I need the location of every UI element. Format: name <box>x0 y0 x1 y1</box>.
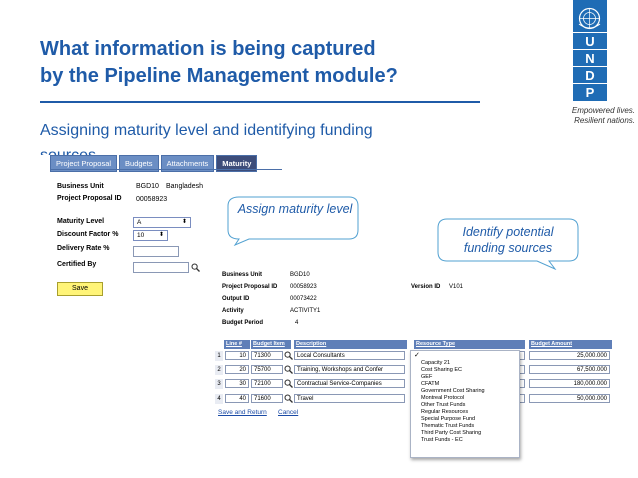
budget-amount-field[interactable]: 67,500.000 <box>529 365 610 374</box>
tagline-line-2: Resilient nations. <box>574 116 635 125</box>
checkmark-icon: ✓ <box>414 352 420 359</box>
menu-item-thematic-trust-funds[interactable]: Thematic Trust Funds <box>421 423 474 430</box>
menu-item-gef[interactable]: GEF <box>421 374 432 381</box>
subtitle-line-1: Assigning maturity level and identifying… <box>40 122 373 139</box>
description-field[interactable]: Training, Workshops and Confer <box>294 365 405 374</box>
menu-item-government-cost-sharing[interactable]: Government Cost Sharing <box>421 388 485 395</box>
title-line-1: What information is being captured <box>40 38 376 60</box>
resource-type-dropdown-menu[interactable]: ✓ Capacity 21 Cost Sharing EC GEF CFATM … <box>410 350 520 458</box>
cancel-link[interactable]: Cancel <box>278 409 298 416</box>
bh-activity-label: Activity <box>222 308 244 314</box>
certified-by-label: Certified By <box>57 261 97 268</box>
maturity-level-select[interactable]: A ⬍ <box>133 217 191 228</box>
menu-item-other-trust-funds[interactable]: Other Trust Funds <box>421 402 465 409</box>
bh-business-unit-value: BGD10 <box>290 272 310 278</box>
slide-subtitle: Assigning maturity level and identifying… <box>40 118 480 155</box>
logo-letter-d: D <box>573 66 607 84</box>
budget-amount-field[interactable]: 25,000.000 <box>529 351 610 360</box>
bh-proposal-id-value: 00058923 <box>290 284 317 290</box>
bh-output-id-value: 00073422 <box>290 296 317 302</box>
lookup-icon[interactable] <box>284 365 293 374</box>
budget-item-field[interactable]: 75700 <box>251 365 283 374</box>
bh-version-label: Version ID <box>411 284 441 290</box>
subtitle-line-2: sources <box>40 143 480 155</box>
menu-item-trust-funds-ec[interactable]: Trust Funds - EC <box>421 437 463 444</box>
menu-item-regular-resources[interactable]: Regular Resources <box>421 409 468 416</box>
bh-activity-value: ACTIVITY1 <box>290 308 321 314</box>
bh-proposal-id-label: Project Proposal ID <box>222 284 278 290</box>
row-number: 1 <box>215 351 223 361</box>
certified-by-input[interactable] <box>133 262 189 273</box>
row-number: 3 <box>215 379 223 389</box>
menu-item-capacity-21[interactable]: Capacity 21 <box>421 360 450 367</box>
lookup-icon[interactable] <box>191 263 200 272</box>
business-unit-label: Business Unit <box>57 183 104 190</box>
proposal-id-value: 00058923 <box>136 196 168 203</box>
save-button[interactable]: Save <box>57 282 103 296</box>
undp-tagline: Empowered lives. Resilient nations. <box>555 106 635 126</box>
discount-factor-value: 10 <box>137 232 145 239</box>
menu-item-special-purpose-fund[interactable]: Special Purpose Fund <box>421 416 475 423</box>
row-number: 2 <box>215 365 223 375</box>
budget-item-field[interactable]: 71600 <box>251 394 283 403</box>
maturity-level-value: A <box>137 219 142 226</box>
title-underline <box>40 101 480 103</box>
menu-item-montreal-protocol[interactable]: Montreal Protocol <box>421 395 464 402</box>
maturity-level-label: Maturity Level <box>57 218 105 225</box>
logo-letter-u: U <box>573 32 607 50</box>
menu-item-third-party-cost-sharing[interactable]: Third Party Cost Sharing <box>421 430 481 437</box>
tagline-line-1: Empowered lives. <box>571 106 635 115</box>
menu-item-cfatm[interactable]: CFATM <box>421 381 439 388</box>
col-resource-type-header[interactable]: Resource Type <box>414 340 525 349</box>
tab-divider <box>50 169 282 170</box>
bh-business-unit-label: Business Unit <box>222 272 263 278</box>
logo-letter-p: P <box>573 83 607 101</box>
slide-title: What information is being captured by th… <box>40 36 510 90</box>
col-line-header[interactable]: Line # <box>224 340 250 349</box>
discount-factor-select[interactable]: 10 ⬍ <box>133 230 168 241</box>
budget-amount-field[interactable]: 180,000.000 <box>529 379 610 388</box>
description-field[interactable]: Local Consultants <box>294 351 405 360</box>
save-and-return-link[interactable]: Save and Return <box>218 409 267 416</box>
business-unit-description: Bangladesh <box>166 183 203 190</box>
line-number-field[interactable]: 10 <box>225 351 249 360</box>
business-unit-value: BGD10 <box>136 183 159 190</box>
bh-budget-period-label: Budget Period <box>222 320 264 326</box>
lookup-icon[interactable] <box>284 351 293 360</box>
bh-budget-period-value: 4 <box>295 320 299 326</box>
delivery-rate-label: Delivery Rate % <box>57 245 110 252</box>
line-number-field[interactable]: 40 <box>225 394 249 403</box>
un-emblem-icon <box>578 7 601 30</box>
select-arrows-icon: ⬍ <box>181 219 187 225</box>
description-field[interactable]: Contractual Service-Companies <box>294 379 405 388</box>
title-line-2: by the Pipeline Management module? <box>40 65 398 87</box>
budget-item-field[interactable]: 72100 <box>251 379 283 388</box>
lookup-icon[interactable] <box>284 379 293 388</box>
col-budget-amount-header[interactable]: Budget Amount <box>529 340 612 349</box>
col-description-header[interactable]: Description <box>294 340 407 349</box>
line-number-field[interactable]: 20 <box>225 365 249 374</box>
select-arrows-icon: ⬍ <box>158 232 164 238</box>
bh-version-value: V101 <box>449 284 464 290</box>
budget-amount-field[interactable]: 50,000.000 <box>529 394 610 403</box>
budget-item-field[interactable]: 71300 <box>251 351 283 360</box>
logo-letter-n: N <box>573 49 607 67</box>
callout-maturity-text: Assign maturity level <box>237 202 353 216</box>
description-field[interactable]: Travel <box>294 394 405 403</box>
col-budget-item-header[interactable]: Budget Item <box>251 340 291 349</box>
lookup-icon[interactable] <box>284 394 293 403</box>
row-number: 4 <box>215 394 223 404</box>
bh-output-id-label: Output ID <box>222 296 250 302</box>
callout-funding-text: Identify potential funding sources <box>462 225 554 255</box>
line-number-field[interactable]: 30 <box>225 379 249 388</box>
undp-logo: U N D P <box>573 0 607 101</box>
menu-item-cost-sharing-ec[interactable]: Cost Sharing EC <box>421 367 462 374</box>
delivery-rate-input[interactable] <box>133 246 179 257</box>
discount-factor-label: Discount Factor % <box>57 231 119 238</box>
tab-bar: Project Proposal Budgets Attachments Mat… <box>50 155 259 172</box>
proposal-id-label: Project Proposal ID <box>57 195 122 202</box>
